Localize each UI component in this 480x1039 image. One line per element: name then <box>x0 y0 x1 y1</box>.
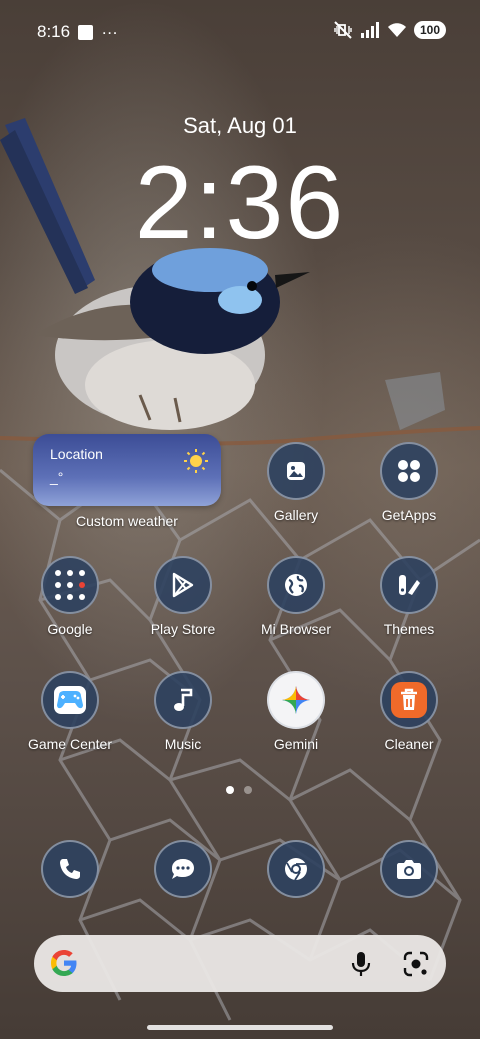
app-themes[interactable]: Themes <box>353 556 465 637</box>
gesture-nav-bar[interactable] <box>147 1025 333 1030</box>
app-label: Music <box>164 736 202 752</box>
globe-icon <box>267 556 325 614</box>
app-gemini[interactable]: Gemini <box>240 671 352 752</box>
square-notification-icon <box>78 24 94 40</box>
dock-phone[interactable] <box>14 840 126 898</box>
app-label: Gemini <box>273 736 319 752</box>
app-label: Mi Browser <box>260 621 331 637</box>
google-g-icon <box>51 950 77 976</box>
lockscreen-date: Sat, Aug 01 <box>183 113 297 138</box>
themes-icon <box>380 556 438 614</box>
lens-icon[interactable] <box>403 951 429 977</box>
app-getapps[interactable]: GetApps <box>353 442 465 523</box>
weather-temperature: _° <box>50 469 64 485</box>
app-cleaner[interactable]: Cleaner <box>353 671 465 752</box>
music-note-icon <box>154 671 212 729</box>
sun-icon <box>184 449 208 473</box>
trash-icon <box>380 671 438 729</box>
dock-chrome[interactable] <box>240 840 352 898</box>
gallery-icon <box>267 442 325 500</box>
app-google-folder[interactable]: Google <box>14 556 126 637</box>
status-bar: 8:16 … 100 <box>0 0 480 64</box>
wifi-icon <box>387 23 406 37</box>
status-time: 8:16 <box>37 22 71 41</box>
google-folder-icon <box>41 556 99 614</box>
weather-location: Location <box>50 446 103 462</box>
weather-widget-label: Custom weather <box>76 513 178 529</box>
more-dots-icon: … <box>101 19 120 38</box>
battery-icon: 100 <box>413 21 446 39</box>
app-mi-browser[interactable]: Mi Browser <box>240 556 352 637</box>
page-dot[interactable] <box>244 786 252 794</box>
messages-icon <box>154 840 212 898</box>
google-search-bar[interactable] <box>34 935 446 992</box>
app-label: Themes <box>383 621 435 637</box>
chrome-icon <box>267 840 325 898</box>
lockscreen-clock[interactable]: 2:36 <box>0 148 480 258</box>
dock-messages[interactable] <box>127 840 239 898</box>
gamepad-icon <box>41 671 99 729</box>
dock-camera[interactable] <box>353 840 465 898</box>
gemini-icon <box>267 671 325 729</box>
mute-vibrate-icon <box>334 21 352 39</box>
app-label: Cleaner <box>384 736 434 752</box>
app-label: Play Store <box>150 621 216 637</box>
app-music[interactable]: Music <box>127 671 239 752</box>
camera-icon <box>380 840 438 898</box>
weather-widget[interactable]: Location _° <box>33 434 221 506</box>
signal-icon <box>360 22 379 38</box>
app-game-center[interactable]: Game Center <box>14 671 126 752</box>
app-label: Google <box>47 621 93 637</box>
getapps-icon <box>380 442 438 500</box>
app-label: GetApps <box>381 507 437 523</box>
app-gallery[interactable]: Gallery <box>240 442 352 523</box>
page-dot-active[interactable] <box>226 786 234 794</box>
phone-icon <box>41 840 99 898</box>
app-play-store[interactable]: Play Store <box>127 556 239 637</box>
page-indicator <box>226 786 252 794</box>
play-store-icon <box>154 556 212 614</box>
app-label: Gallery <box>273 507 319 523</box>
app-label: Game Center <box>27 736 113 752</box>
weather-widget-label-wrap: Custom weather <box>71 506 183 529</box>
mic-icon[interactable] <box>350 951 372 977</box>
